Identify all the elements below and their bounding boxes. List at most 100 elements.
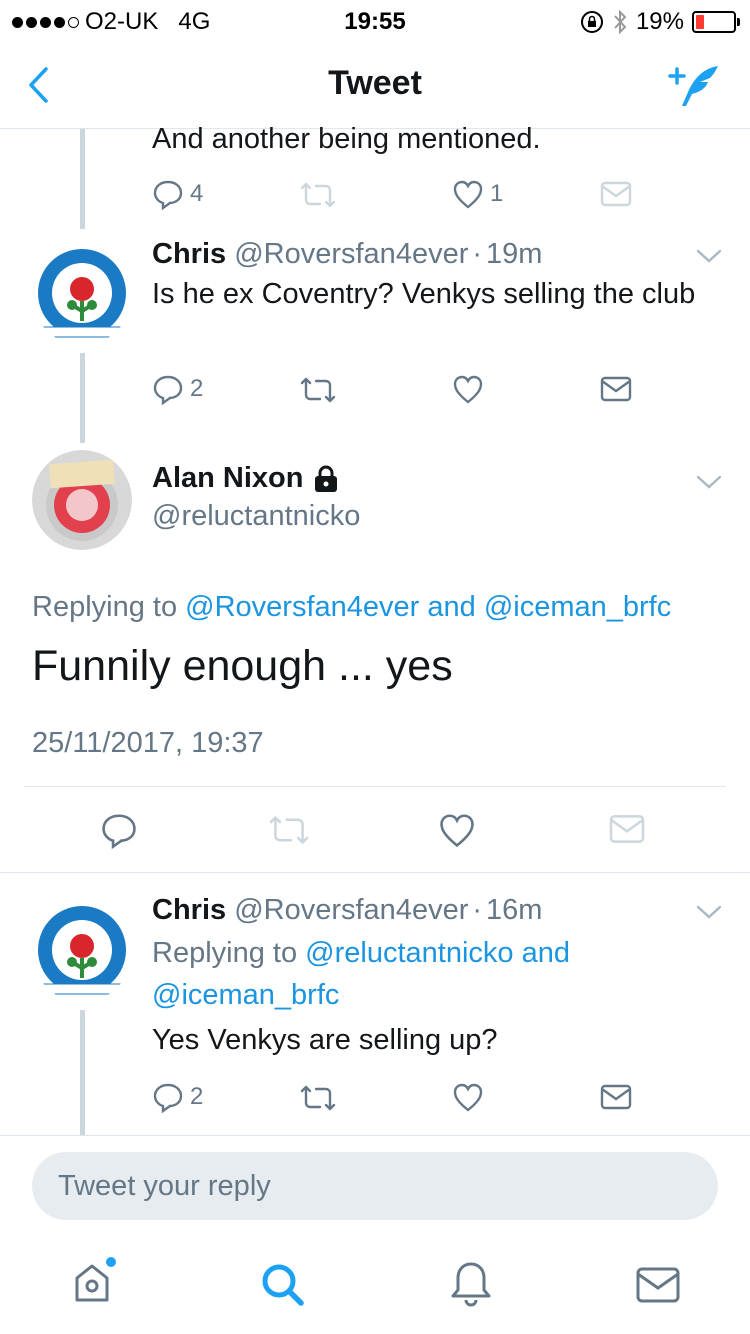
reply-icon [153, 1083, 183, 1113]
like-button[interactable]: 1 [452, 178, 503, 210]
retweet-icon [300, 1085, 336, 1111]
tweet-time: 16m [486, 894, 543, 926]
home-icon [75, 1257, 116, 1302]
direct-message-button[interactable] [600, 1083, 632, 1111]
avatar[interactable] [32, 245, 132, 345]
user-name[interactable]: Alan Nixon [152, 462, 303, 495]
divider [24, 786, 726, 787]
compose-tweet-icon[interactable] [666, 62, 722, 108]
direct-message-button[interactable] [600, 180, 632, 208]
author-line: Alan Nixon [152, 462, 339, 495]
chevron-down-icon[interactable] [696, 904, 722, 920]
rotation-lock-icon [580, 11, 603, 33]
search-icon [262, 1264, 304, 1306]
envelope-icon [600, 181, 632, 207]
reply-button[interactable]: 2 [152, 373, 203, 405]
battery-icon [692, 11, 740, 33]
envelope-icon [600, 1084, 632, 1110]
navigation-bar: Tweet [0, 40, 750, 129]
reply-button[interactable]: 4 [152, 178, 203, 210]
retweet-button[interactable] [268, 813, 310, 847]
envelope-icon [600, 376, 632, 402]
tweet-text: Funnily enough ... yes [32, 642, 453, 690]
divider [0, 872, 750, 873]
reply-icon [153, 180, 183, 210]
battery-percent: 19% [635, 8, 684, 35]
heart-icon [453, 375, 483, 404]
reply-count: 2 [190, 1083, 204, 1110]
blackburn-crest-avatar [32, 245, 132, 345]
tweet-time: 19m [486, 238, 543, 270]
status-bar: O2-UK 4G 19:55 19% [0, 0, 750, 40]
mention-link[interactable]: @Roversfan4ever [185, 591, 419, 623]
thread-connector-line [80, 353, 85, 443]
avatar[interactable] [32, 450, 132, 550]
heart-icon [453, 1083, 483, 1112]
like-button[interactable] [452, 373, 484, 405]
reply-count: 4 [190, 180, 204, 207]
lock-icon [315, 465, 338, 492]
thread-connector-line [80, 129, 85, 229]
direct-message-button[interactable] [600, 375, 632, 403]
mention-link[interactable]: @reluctantnicko [305, 937, 513, 969]
reply-icon [153, 375, 183, 405]
reply-input[interactable]: Tweet your reply [32, 1152, 718, 1220]
reply-placeholder: Tweet your reply [58, 1170, 271, 1202]
retweet-button[interactable] [300, 1083, 336, 1113]
user-handle[interactable]: @reluctantnicko [152, 500, 360, 533]
tab-home[interactable] [72, 1256, 118, 1311]
avatar[interactable] [32, 902, 132, 1002]
separator-dot: · [472, 894, 483, 926]
chevron-down-icon[interactable] [696, 248, 722, 264]
user-name[interactable]: Chris [152, 894, 226, 926]
tab-notifications[interactable] [450, 1260, 492, 1313]
tab-bar [0, 1244, 750, 1334]
tab-messages[interactable] [636, 1266, 680, 1309]
tweet-text: Is he ex Coventry? Venkys selling the cl… [152, 278, 696, 310]
heart-icon [440, 814, 474, 848]
notifications-icon [451, 1262, 491, 1307]
tweet-text: Yes Venkys are selling up? [152, 1024, 498, 1056]
page-title: Tweet [328, 64, 422, 102]
user-handle[interactable]: @Roversfan4ever [234, 894, 468, 926]
tweet-datetime: 25/11/2017, 19:37 [32, 727, 264, 759]
tweet-header: Chris @Roversfan4ever · 16m [152, 894, 542, 927]
chevron-down-icon[interactable] [696, 474, 722, 490]
replying-to: Replying to @reluctantnicko and @iceman_… [152, 932, 712, 1016]
replying-to-label: Replying to [152, 937, 298, 969]
reply-button[interactable]: 2 [152, 1081, 203, 1113]
retweet-icon [300, 377, 336, 403]
like-count: 1 [490, 180, 504, 207]
envelope-icon [609, 815, 645, 843]
replying-and: and [521, 937, 570, 969]
divider [0, 1135, 750, 1136]
heart-icon [453, 180, 483, 209]
user-name[interactable]: Chris [152, 238, 226, 270]
status-right: 19% [580, 8, 740, 36]
reply-icon [102, 814, 136, 849]
like-button[interactable] [452, 1081, 484, 1113]
reply-button[interactable] [100, 811, 138, 849]
replying-to-label: Replying to [32, 591, 178, 623]
mention-link[interactable]: @iceman_brfc [484, 591, 671, 623]
reply-count: 2 [190, 375, 204, 402]
retweet-icon [300, 182, 336, 208]
blackburn-crest-avatar [32, 902, 132, 1002]
thread-connector-line [80, 1010, 85, 1135]
direct-message-button[interactable] [608, 813, 646, 845]
separator-dot: · [472, 238, 483, 270]
tweet-header: Chris @Roversfan4ever · 19m [152, 238, 542, 271]
retweet-button[interactable] [300, 375, 336, 405]
tab-search[interactable] [260, 1262, 306, 1313]
like-button[interactable] [438, 811, 476, 849]
messages-icon [636, 1267, 680, 1303]
tweet-text: And another being mentioned. [152, 123, 541, 155]
mention-link[interactable]: @iceman_brfc [152, 979, 339, 1011]
retweet-icon [269, 816, 309, 844]
replying-to: Replying to @Roversfan4ever and @iceman_… [32, 591, 671, 624]
partick-thistle-avatar [32, 450, 132, 550]
bluetooth-icon [614, 9, 627, 35]
user-handle[interactable]: @Roversfan4ever [234, 238, 468, 270]
replying-and: and [427, 591, 476, 623]
retweet-button[interactable] [300, 180, 336, 210]
